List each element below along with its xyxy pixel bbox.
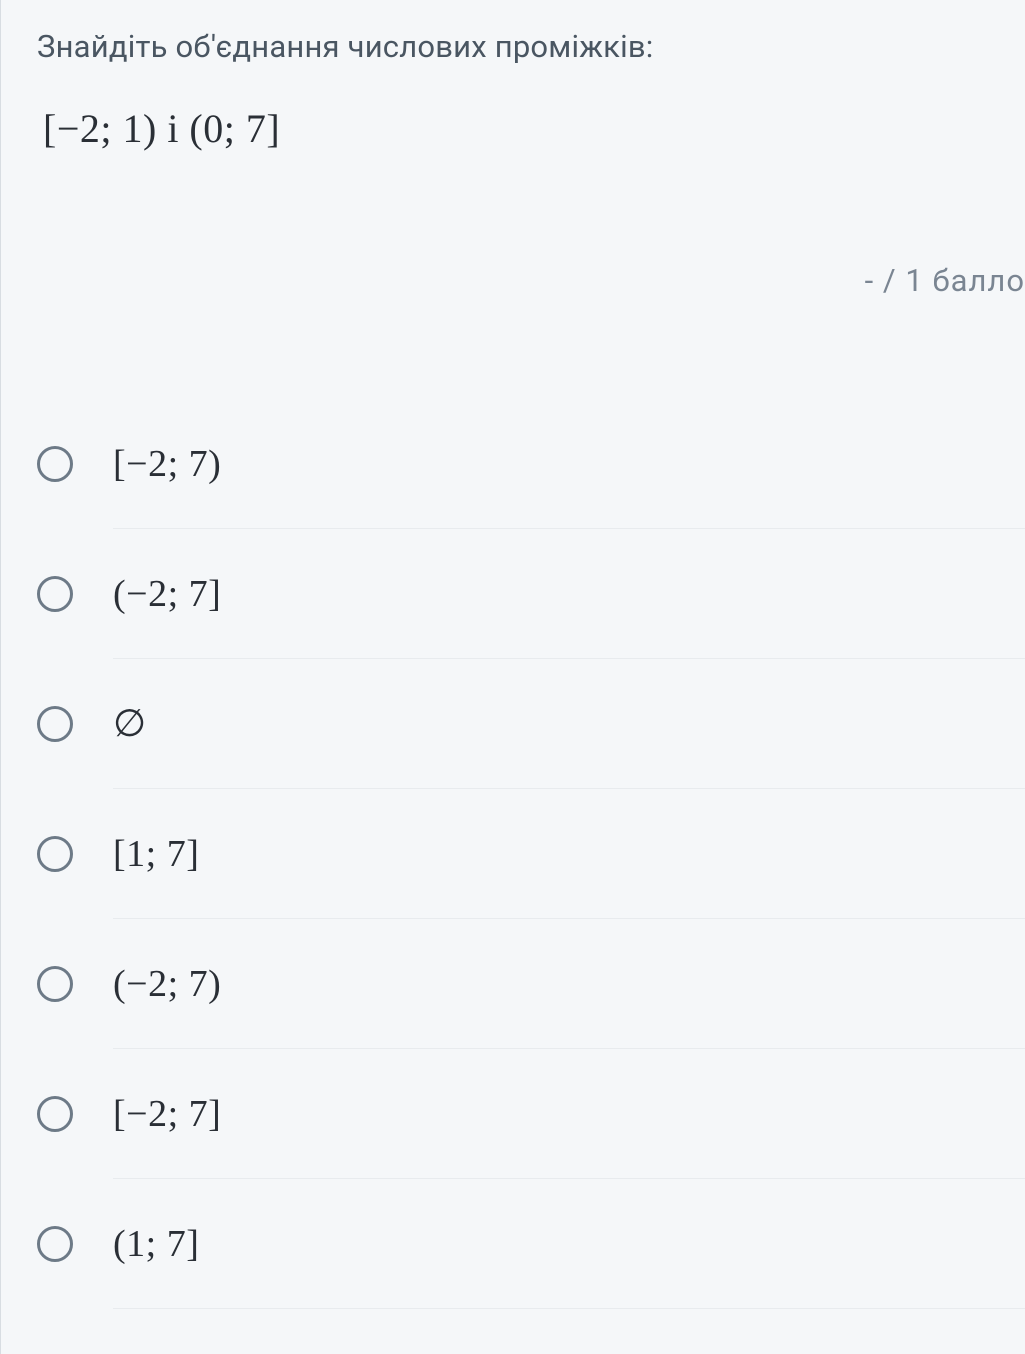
option-label-wrapper: [−2; 7) bbox=[113, 399, 1025, 529]
option-label: (−2; 7] bbox=[113, 572, 221, 616]
option-row-5[interactable]: [−2; 7] bbox=[37, 1049, 1025, 1179]
question-expression: [−2; 1) і (0; 7] bbox=[43, 105, 1025, 152]
option-label: [1; 7] bbox=[113, 832, 199, 876]
radio-icon bbox=[37, 706, 73, 742]
option-row-1[interactable]: (−2; 7] bbox=[37, 529, 1025, 659]
radio-icon bbox=[37, 446, 73, 482]
option-label: (1; 7] bbox=[113, 1222, 199, 1266]
option-label: ∅ bbox=[113, 701, 146, 746]
radio-icon bbox=[37, 966, 73, 1002]
option-label-wrapper: (−2; 7) bbox=[113, 919, 1025, 1049]
option-label-wrapper: (1; 7] bbox=[113, 1179, 1025, 1309]
radio-icon bbox=[37, 1096, 73, 1132]
option-label-wrapper: [1; 7] bbox=[113, 789, 1025, 919]
option-label-wrapper: ∅ bbox=[113, 659, 1025, 789]
radio-icon bbox=[37, 576, 73, 612]
option-label: (−2; 7) bbox=[113, 962, 221, 1006]
option-label: [−2; 7) bbox=[113, 442, 221, 486]
option-row-4[interactable]: (−2; 7) bbox=[37, 919, 1025, 1049]
option-row-6[interactable]: (1; 7] bbox=[37, 1179, 1025, 1309]
option-row-2[interactable]: ∅ bbox=[37, 659, 1025, 789]
score-display: - / 1 балло bbox=[37, 262, 1025, 299]
question-container: Знайдіть об'єднання числових проміжків: … bbox=[1, 0, 1025, 1309]
option-label-wrapper: [−2; 7] bbox=[113, 1049, 1025, 1179]
question-prompt: Знайдіть об'єднання числових проміжків: bbox=[37, 28, 1025, 65]
options-list: [−2; 7) (−2; 7] ∅ [1; 7] (−2; 7) bbox=[37, 399, 1025, 1309]
option-label-wrapper: (−2; 7] bbox=[113, 529, 1025, 659]
option-row-3[interactable]: [1; 7] bbox=[37, 789, 1025, 919]
radio-icon bbox=[37, 1226, 73, 1262]
option-row-0[interactable]: [−2; 7) bbox=[37, 399, 1025, 529]
radio-icon bbox=[37, 836, 73, 872]
option-label: [−2; 7] bbox=[113, 1092, 221, 1136]
